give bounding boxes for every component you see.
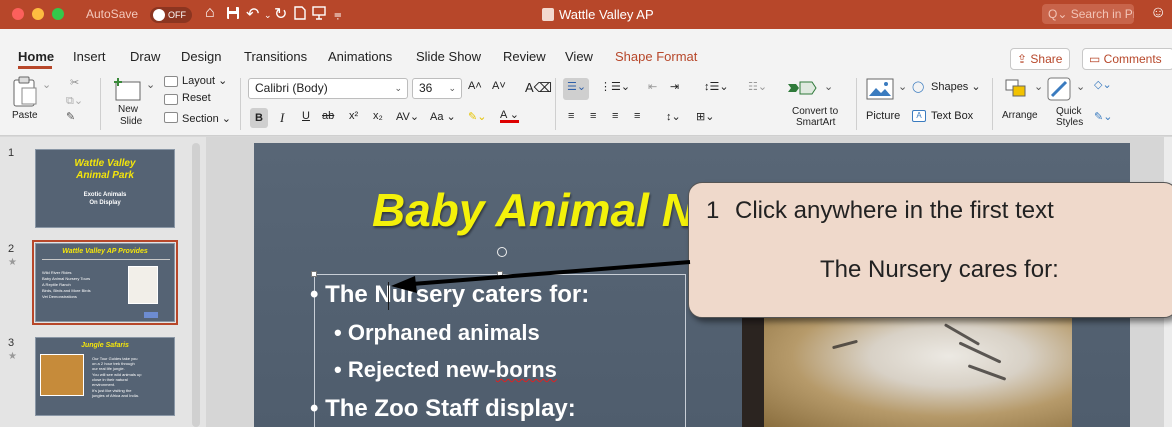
callout-step-number: 1 xyxy=(706,197,720,224)
callout-example-text: The Nursery cares for: xyxy=(820,256,1059,283)
callout-instruction: Click anywhere in the first text xyxy=(735,197,1054,224)
